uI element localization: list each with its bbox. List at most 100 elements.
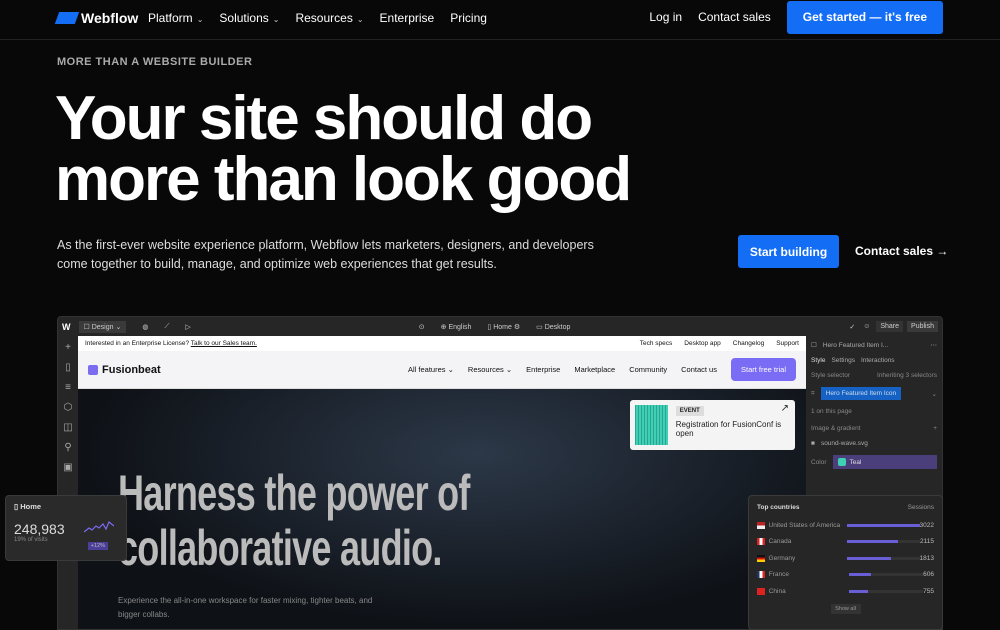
chevron-down-icon: ⌄ — [272, 15, 280, 24]
site-nav-item[interactable]: All features ⌄ — [408, 365, 454, 374]
color-label: Color — [811, 458, 827, 466]
country-name: France — [768, 571, 789, 579]
flag-icon — [757, 571, 765, 579]
event-text: Registration for FusionConf is open — [675, 420, 782, 438]
site-nav-item[interactable]: Community — [629, 365, 667, 374]
add-icon[interactable]: + — [65, 342, 71, 353]
hero-title-line: Your site should do — [55, 84, 593, 153]
top-countries-card: Top countries Sessions United States of A… — [748, 495, 943, 630]
webflow-logo[interactable]: Webflow — [54, 10, 138, 26]
navigator-icon[interactable]: ≡ — [65, 382, 71, 393]
contact-sales-link[interactable]: Contact sales — [698, 10, 771, 24]
breakpoint-label: Desktop — [544, 323, 571, 331]
session-value: 606 — [923, 571, 934, 579]
assets-icon[interactable]: ▣ — [63, 462, 72, 473]
file-name[interactable]: sound-wave.svg — [821, 440, 868, 447]
webflow-logo-icon — [54, 12, 80, 24]
page-label: Home — [493, 323, 512, 331]
country-row: China 755 — [757, 583, 934, 600]
color-field[interactable]: Teal — [832, 455, 937, 469]
flag-icon — [757, 521, 765, 529]
more-icon[interactable]: ⋯ — [931, 341, 938, 349]
fusionbeat-logo-icon — [88, 364, 98, 375]
country-row: Germany 1813 — [757, 550, 934, 567]
class-selector[interactable]: Hero Featured Item Icon — [820, 387, 902, 400]
page-selector[interactable]: ▯ Home ⚙ — [487, 323, 520, 331]
variables-icon[interactable]: ⚲ — [64, 442, 71, 453]
start-free-trial-button[interactable]: Start free trial — [730, 358, 796, 381]
util-link[interactable]: Support — [776, 340, 799, 347]
show-all-button[interactable]: Show all — [830, 603, 861, 614]
session-bar-track — [849, 589, 924, 593]
add-icon[interactable]: + — [933, 425, 937, 432]
hero-lead: As the first-ever website experience pla… — [57, 238, 594, 271]
country-row: Canada 2115 — [757, 534, 934, 551]
element-name: Hero Featured Item I... — [822, 341, 889, 349]
color-value: Teal — [849, 458, 862, 466]
session-value: 3022 — [919, 521, 934, 529]
nav-enterprise[interactable]: Enterprise — [380, 11, 435, 25]
image-gradient-label: Image & gradient — [811, 425, 861, 432]
nav-platform[interactable]: Platform ⌄ — [148, 11, 203, 25]
banner-link[interactable]: Talk to our Sales team. — [191, 340, 257, 347]
session-value: 1813 — [919, 554, 934, 562]
country-name: Canada — [768, 538, 792, 546]
fusionbeat-logo[interactable]: Fusionbeat — [88, 364, 161, 376]
flag-icon — [757, 554, 765, 562]
site-nav-item[interactable]: Contact us — [681, 365, 717, 374]
flag-icon — [757, 538, 765, 546]
chevron-down-icon[interactable]: ⌄ — [932, 390, 937, 398]
nav-label: Resources — [295, 11, 353, 25]
event-card[interactable]: EVENT Registration for FusionConf is open… — [630, 400, 795, 450]
country-name: Germany — [768, 554, 796, 562]
share-button[interactable]: Share — [876, 321, 904, 332]
cms-icon[interactable]: ◫ — [63, 422, 72, 433]
util-link[interactable]: Changelog — [733, 340, 764, 347]
check-icon[interactable]: ✓ — [849, 323, 855, 331]
designer-toolbar: W ☐ Design ⌄ ◍ ⟋ ▷ ⊙ ⊕ English ▯ Home ⚙ … — [58, 317, 942, 336]
banner-text: Interested in an Enterprise License? — [85, 340, 190, 347]
nav-pricing[interactable]: Pricing — [450, 11, 487, 25]
chevron-down-icon: ⌄ — [196, 15, 204, 24]
sparkline — [84, 521, 114, 533]
publish-button[interactable]: Publish — [907, 321, 938, 332]
selector-icon: ⌗ — [811, 389, 815, 397]
mode-dropdown[interactable]: ☐ Design ⌄ — [78, 320, 127, 333]
get-started-button[interactable]: Get started — it's free — [786, 0, 943, 34]
login-link[interactable]: Log in — [649, 10, 682, 24]
site-nav-item[interactable]: Enterprise — [526, 365, 560, 374]
checkbox[interactable]: ☐ — [811, 341, 817, 349]
locale-selector[interactable]: ⊕ English — [441, 323, 472, 331]
site-headline-line: collaborative audio. — [118, 520, 442, 576]
nav-solutions[interactable]: Solutions ⌄ — [219, 11, 279, 25]
card-title: Top countries — [757, 504, 800, 511]
tab-settings[interactable]: Settings — [831, 357, 855, 364]
nav-resources[interactable]: Resources ⌄ — [295, 11, 363, 25]
site-nav-item[interactable]: Marketplace — [574, 365, 615, 374]
session-bar — [849, 573, 872, 577]
util-link[interactable]: Tech specs — [640, 340, 673, 347]
tab-interactions[interactable]: Interactions — [861, 357, 895, 364]
focus-icon[interactable]: ⊙ — [419, 323, 425, 331]
page-icon[interactable]: ▯ — [65, 362, 71, 373]
canvas[interactable]: Interested in an Enterprise License? Tal… — [78, 336, 806, 629]
tab-style[interactable]: Style — [811, 357, 825, 364]
flag-icon — [757, 587, 765, 595]
util-link[interactable]: Desktop app — [684, 340, 721, 347]
breakpoint-selector[interactable]: ▭ Desktop — [536, 323, 570, 331]
session-bar-track — [847, 556, 920, 560]
start-building-button[interactable]: Start building — [738, 235, 839, 268]
site-nav-label: All features — [408, 365, 446, 374]
left-sidebar: + ▯ ≡ ⬡ ◫ ⚲ ▣ — [58, 336, 78, 629]
database-icon[interactable]: ◍ — [142, 323, 148, 331]
play-icon[interactable]: ▷ — [185, 323, 190, 331]
country-name: United States of America — [768, 521, 841, 529]
analytics-icon[interactable]: ⟋ — [164, 323, 169, 331]
session-value: 2115 — [920, 538, 934, 546]
comment-icon[interactable]: ☺ — [863, 323, 870, 330]
cube-icon[interactable]: ⬡ — [64, 402, 73, 413]
country-row: United States of America 3022 — [757, 517, 934, 534]
contact-sales-button[interactable]: Contact sales → — [855, 244, 948, 258]
arrow-up-right-icon: ↗ — [780, 403, 789, 414]
site-nav-item[interactable]: Resources ⌄ — [468, 365, 512, 374]
